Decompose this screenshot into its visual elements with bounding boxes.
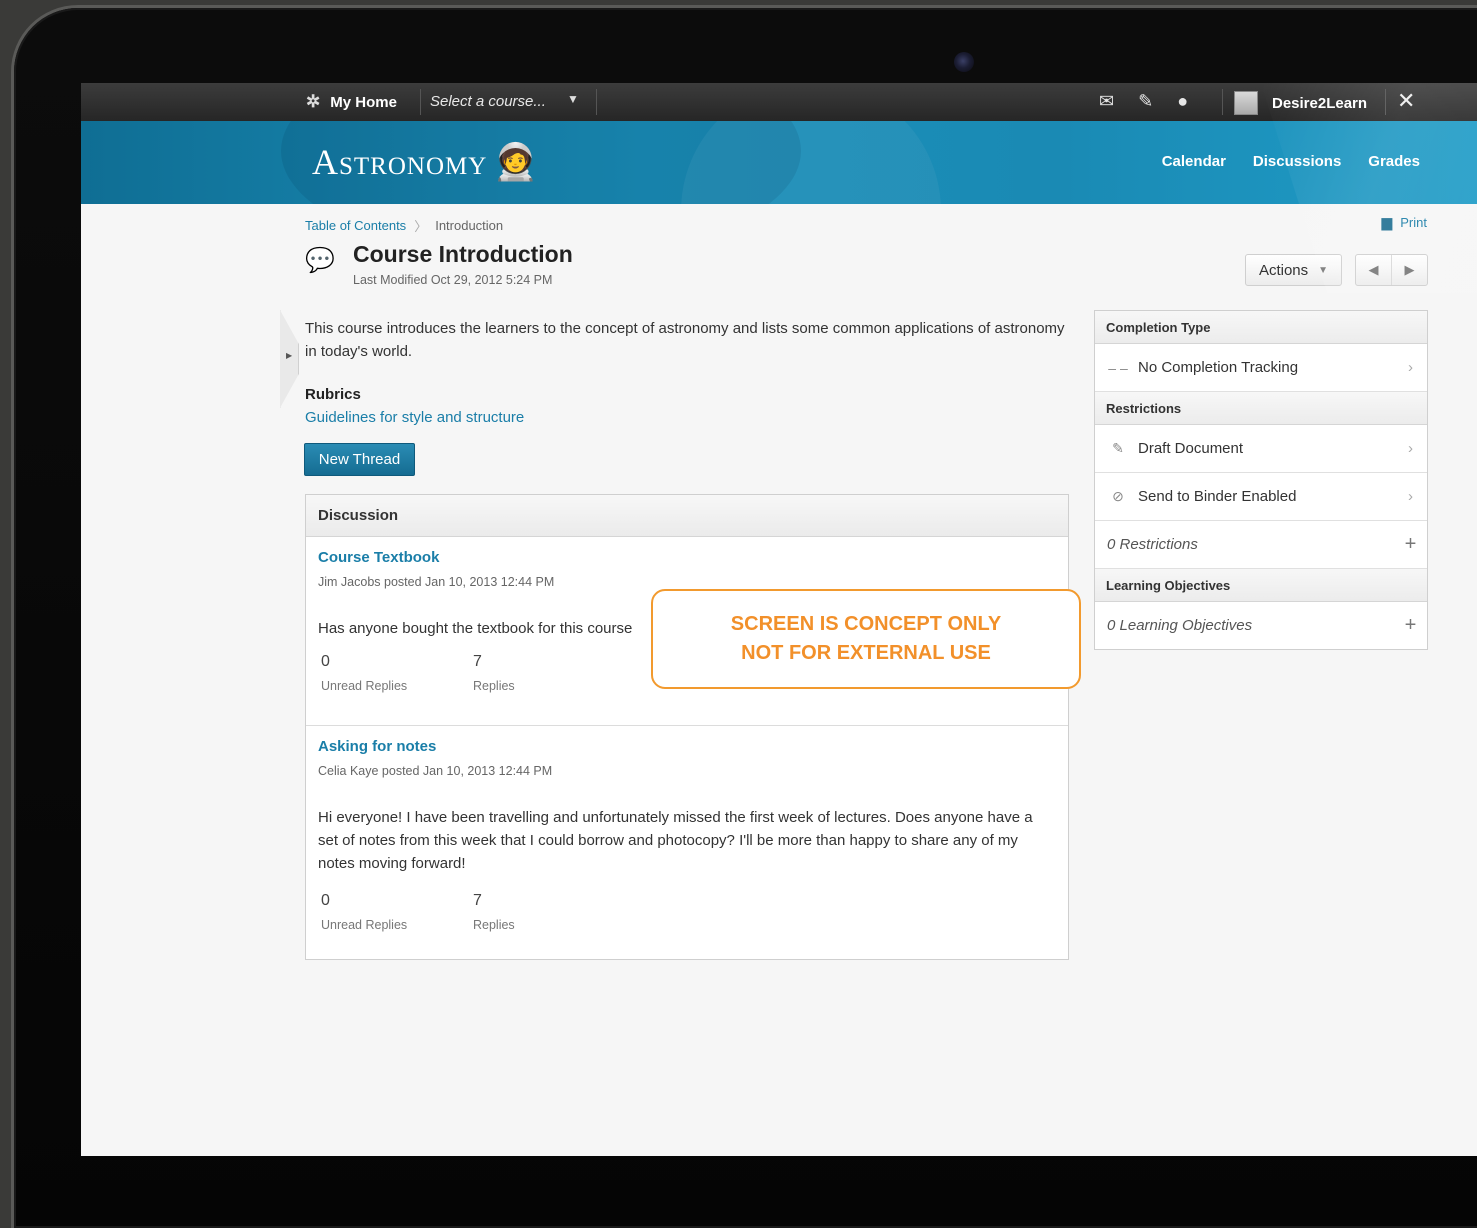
unread-replies-stat: 0 Unread Replies (321, 653, 407, 693)
dash-icon: – – (1108, 359, 1128, 376)
course-logo[interactable]: Astronomy 🧑‍🚀 (312, 141, 539, 183)
blocked-icon: ⊘ (1112, 488, 1124, 504)
new-thread-button[interactable]: New Thread (304, 443, 415, 476)
chevron-down-icon: ▼ (1318, 264, 1329, 276)
replies-stat: 7 Replies (473, 653, 515, 693)
tools-icon[interactable]: ✕ (1397, 88, 1415, 114)
top-navbar: ✲ My Home Select a course... ▼ ✉ ✎ ● Des… (81, 83, 1477, 122)
objectives-count-row: 0 Learning Objectives + (1095, 602, 1427, 649)
actions-label: Actions (1258, 261, 1309, 279)
astronaut-icon: 🧑‍🚀 (493, 142, 540, 182)
unread-count: 0 (321, 653, 330, 670)
network-icon: ✲ (306, 92, 321, 111)
avatar (1234, 91, 1258, 115)
divider (420, 89, 421, 115)
main-content: Table of Contents 〉 Introduction ▆ Print… (81, 204, 1477, 1156)
replies-count: 7 (473, 653, 482, 670)
discussion-post: Asking for notes Celia Kaye posted Jan 1… (306, 726, 1068, 959)
replies-label: Replies (473, 918, 515, 932)
restrictions-count-row: 0 Restrictions + (1095, 521, 1427, 569)
breadcrumb: Table of Contents 〉 Introduction (305, 216, 503, 235)
nav-discussions[interactable]: Discussions (1253, 153, 1341, 170)
learning-objectives-heading: Learning Objectives (1095, 569, 1427, 602)
post-meta: Jim Jacobs posted Jan 10, 2013 12:44 PM (318, 575, 555, 589)
rubrics-heading: Rubrics (305, 386, 361, 403)
chevron-right-icon: 〉 (414, 219, 428, 234)
objectives-count: 0 Learning Objectives (1107, 617, 1253, 634)
divider (596, 89, 597, 115)
properties-panel: Completion Type – – No Completion Tracki… (1094, 310, 1428, 650)
restrictions-count: 0 Restrictions (1107, 536, 1198, 553)
printer-icon: ▆ (1381, 214, 1393, 230)
unread-count: 0 (321, 892, 330, 909)
add-restriction-icon[interactable]: + (1404, 533, 1416, 556)
next-icon[interactable]: ▶ (1392, 255, 1427, 285)
discussion-panel: Discussion Course Textbook Jim Jacobs po… (305, 494, 1069, 960)
notification-icons: ✉ ✎ ● (1099, 91, 1188, 112)
course-selector[interactable]: Select a course... (430, 93, 546, 110)
user-name: Desire2Learn (1272, 94, 1368, 112)
course-banner: Astronomy 🧑‍🚀 Calendar Discussions Grade… (81, 121, 1477, 204)
post-title[interactable]: Course Textbook (318, 549, 439, 566)
add-objective-icon[interactable]: + (1404, 614, 1416, 637)
replies-count: 7 (473, 892, 482, 909)
mail-icon[interactable]: ✉ (1099, 91, 1114, 112)
callout-line-1: SCREEN IS CONCEPT ONLY (730, 613, 1002, 635)
chevron-right-icon: › (1408, 359, 1413, 376)
replies-label: Replies (473, 679, 515, 693)
restrictions-heading: Restrictions (1095, 392, 1427, 425)
nav-grades[interactable]: Grades (1368, 153, 1420, 170)
webcam (954, 52, 974, 72)
post-title[interactable]: Asking for notes (318, 738, 436, 755)
topic-description: This course introduces the learners to t… (305, 320, 1065, 360)
chat-icon[interactable]: ● (1177, 91, 1188, 112)
page-title: Course Introduction (353, 241, 573, 267)
nav-calendar[interactable]: Calendar (1162, 153, 1226, 170)
completion-type-row[interactable]: – – No Completion Tracking › (1095, 344, 1427, 392)
chevron-right-icon: › (1408, 440, 1413, 457)
topic-pager: ◀ ▶ (1355, 254, 1428, 286)
banner-decoration (681, 121, 941, 204)
sidebar-toggle[interactable]: ▶ (280, 310, 299, 408)
last-modified: Last Modified Oct 29, 2012 5:24 PM (353, 273, 553, 287)
edit-icon: ✎ (1112, 440, 1124, 456)
print-label: Print (1400, 215, 1427, 230)
completion-value: No Completion Tracking (1138, 359, 1299, 376)
chevron-right-icon: ▶ (286, 351, 293, 360)
unread-label: Unread Replies (321, 679, 408, 693)
concept-warning-callout: SCREEN IS CONCEPT ONLY NOT FOR EXTERNAL … (651, 589, 1081, 689)
discussion-icon: 💬 (305, 247, 335, 274)
completion-type-heading: Completion Type (1095, 311, 1427, 344)
callout-line-2: NOT FOR EXTERNAL USE (741, 642, 991, 664)
post-meta: Celia Kaye posted Jan 10, 2013 12:44 PM (318, 764, 553, 778)
rubric-link[interactable]: Guidelines for style and structure (305, 409, 524, 426)
document-alert-icon[interactable]: ✎ (1138, 91, 1153, 112)
course-title: Astronomy (312, 142, 488, 182)
post-body: Hi everyone! I have been travelling and … (318, 809, 1033, 872)
breadcrumb-current: Introduction (435, 218, 504, 233)
print-button[interactable]: ▆ Print (1381, 214, 1427, 231)
my-home-label: My Home (330, 93, 397, 111)
draft-label: Draft Document (1138, 440, 1244, 457)
unread-replies-stat: 0 Unread Replies (321, 892, 407, 932)
divider (1385, 89, 1386, 115)
user-menu[interactable]: Desire2Learn (1234, 91, 1367, 115)
chevron-right-icon: › (1408, 488, 1413, 505)
course-nav: Calendar Discussions Grades (1162, 153, 1420, 170)
actions-dropdown[interactable]: Actions ▼ (1245, 254, 1342, 286)
screen: ✲ My Home Select a course... ▼ ✉ ✎ ● Des… (81, 83, 1477, 1156)
divider (1222, 89, 1223, 115)
send-to-binder-row[interactable]: ⊘ Send to Binder Enabled › (1095, 473, 1427, 521)
discussion-heading: Discussion (306, 495, 1068, 537)
unread-label: Unread Replies (321, 918, 408, 932)
binder-label: Send to Binder Enabled (1138, 488, 1297, 505)
chevron-down-icon[interactable]: ▼ (567, 92, 579, 106)
previous-icon[interactable]: ◀ (1356, 255, 1392, 285)
my-home-link[interactable]: ✲ My Home (306, 92, 397, 112)
draft-document-row[interactable]: ✎ Draft Document › (1095, 425, 1427, 473)
replies-stat: 7 Replies (473, 892, 515, 932)
breadcrumb-root[interactable]: Table of Contents (305, 218, 406, 233)
